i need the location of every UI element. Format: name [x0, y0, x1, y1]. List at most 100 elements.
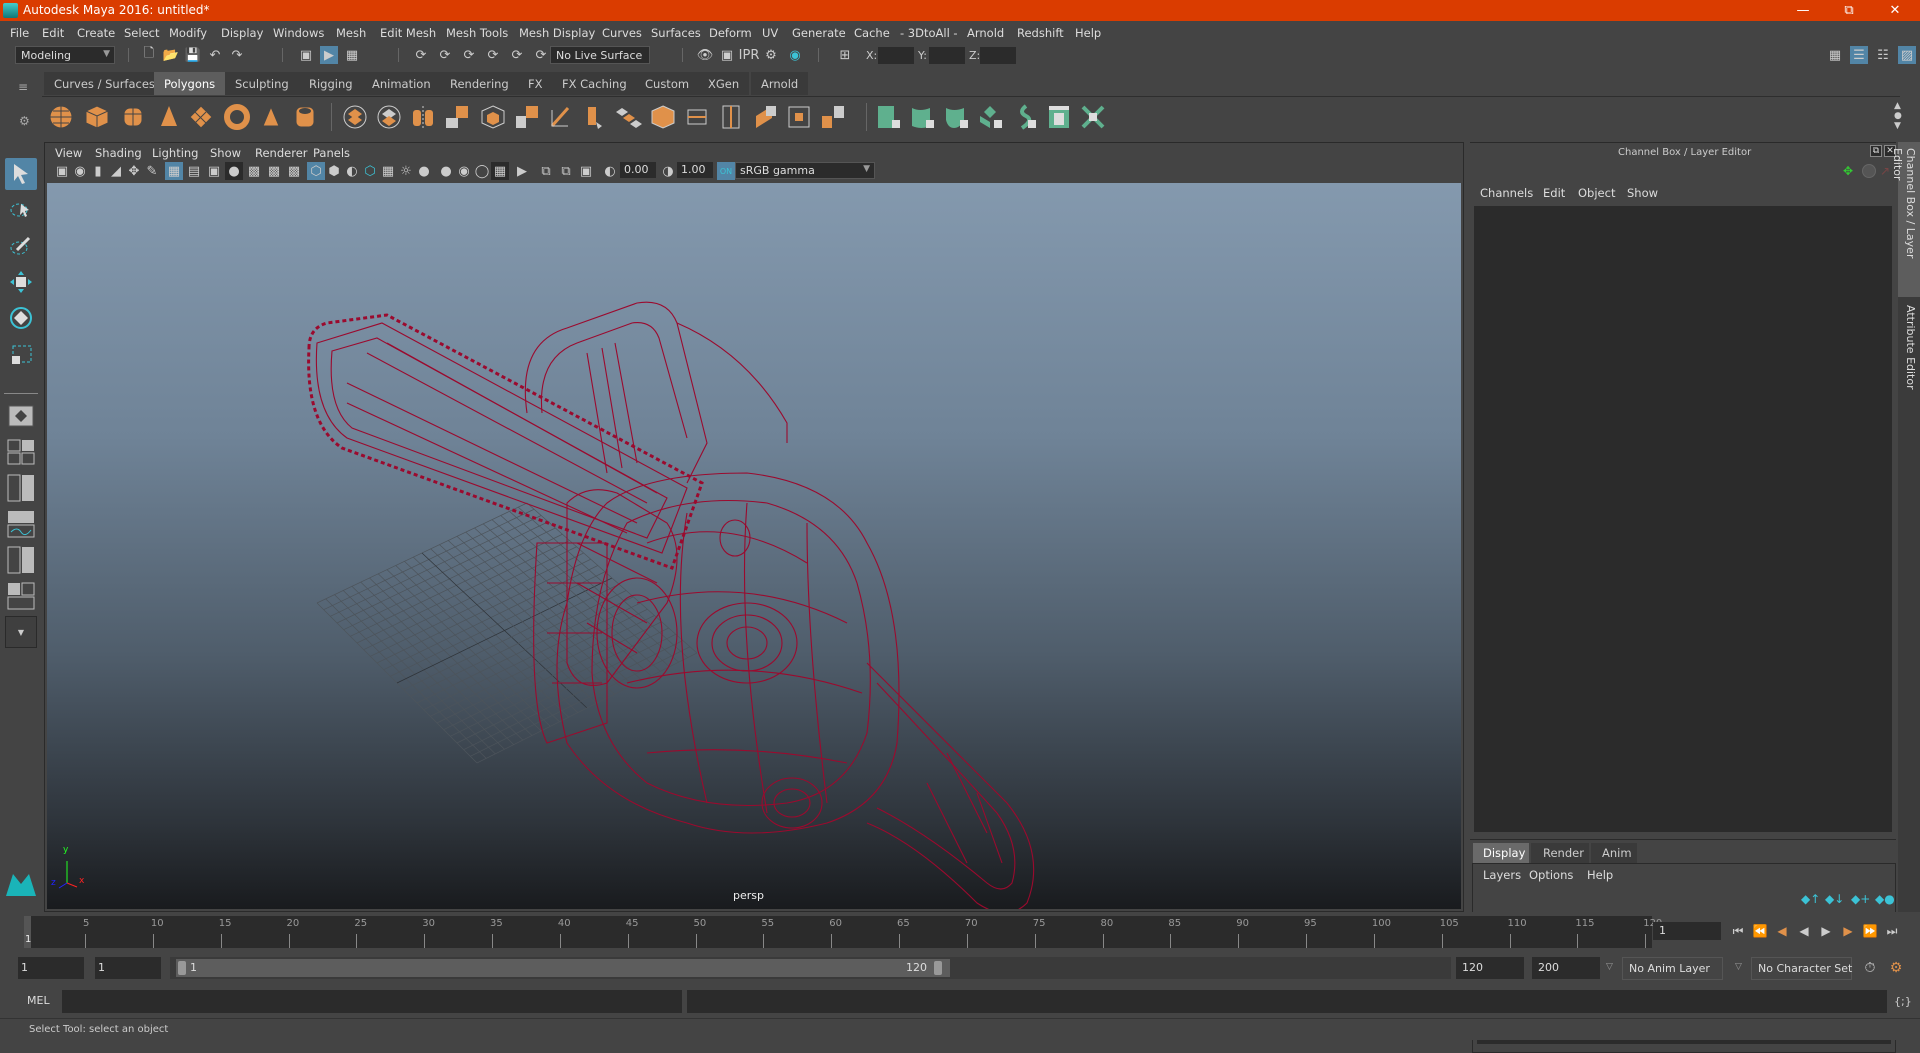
- 2d-pan-zoom-icon[interactable]: ✥: [125, 162, 143, 180]
- snap-point-icon[interactable]: ⟳: [460, 46, 478, 64]
- menu-3dtoall[interactable]: - 3DtoAll -: [900, 26, 958, 40]
- uv-editor-icon[interactable]: [1046, 104, 1072, 130]
- tab-animation[interactable]: Animation: [362, 72, 441, 95]
- image-plane-icon[interactable]: ◢: [107, 162, 125, 180]
- x-field[interactable]: [878, 47, 914, 64]
- auto-key-icon[interactable]: ⏱: [1862, 960, 1878, 976]
- script-editor-icon[interactable]: {;}: [1894, 994, 1912, 1010]
- grease-pencil-icon[interactable]: ✎: [143, 162, 161, 180]
- side-tab-attribute-editor[interactable]: Attribute Editor: [1898, 299, 1920, 399]
- maya-home-icon[interactable]: [4, 870, 38, 898]
- xray-active-components-icon[interactable]: ⧉: [557, 162, 575, 180]
- menu-create[interactable]: Create: [77, 26, 115, 40]
- chainsaw-wireframe[interactable]: [307, 301, 1035, 909]
- menu-options[interactable]: Options: [1529, 868, 1573, 882]
- workspace-dropdown[interactable]: Modeling ▼: [15, 46, 115, 64]
- exposure-icon[interactable]: ◐: [601, 162, 619, 180]
- gamma-field[interactable]: 1.00: [677, 162, 713, 178]
- wireframe-on-shaded-icon[interactable]: ⬡: [361, 162, 379, 180]
- scale-tool-icon[interactable]: [5, 338, 37, 370]
- restore-icon[interactable]: ⧉: [1826, 0, 1872, 21]
- menu-redshift[interactable]: Redshift: [1017, 26, 1064, 40]
- menu-uv[interactable]: UV: [762, 26, 778, 40]
- menu-file[interactable]: File: [10, 26, 29, 40]
- render-current-frame-icon[interactable]: ▣: [718, 46, 736, 64]
- mirror-icon[interactable]: [410, 104, 436, 130]
- tab-polygons[interactable]: Polygons: [154, 72, 226, 95]
- go-to-start-icon[interactable]: ⏮: [1730, 923, 1746, 939]
- menu-modify[interactable]: Modify: [169, 26, 207, 40]
- film-gate-icon[interactable]: ▤: [185, 162, 203, 180]
- step-back-key-icon[interactable]: ◀: [1774, 923, 1790, 939]
- persp-graph-layout-icon[interactable]: [5, 508, 37, 540]
- render-view-icon[interactable]: 👁: [696, 46, 714, 64]
- start-frame-field[interactable]: 1: [18, 957, 84, 979]
- viewport-menu-view[interactable]: View: [55, 146, 82, 160]
- menu-object[interactable]: Object: [1578, 186, 1615, 200]
- undo-icon[interactable]: ↶: [206, 46, 224, 64]
- end-frame-field[interactable]: 200: [1532, 957, 1600, 979]
- move-layer-up-icon[interactable]: ◆↑: [1801, 892, 1820, 906]
- four-view-layout-icon[interactable]: [5, 436, 37, 468]
- xray-joints-icon[interactable]: ▣: [577, 162, 595, 180]
- menu-edit[interactable]: Edit: [42, 26, 64, 40]
- offset-edge-loop-icon[interactable]: [718, 104, 744, 130]
- uv-planar-icon[interactable]: [876, 104, 902, 130]
- channel-box-toggle-icon[interactable]: ▨: [1898, 46, 1916, 64]
- hypershade-persp-layout-icon[interactable]: [5, 544, 37, 576]
- custom-layout-dropdown-icon[interactable]: ▼: [5, 616, 37, 648]
- viewport-menu-show[interactable]: Show: [210, 146, 241, 160]
- ipr-render-icon[interactable]: IPR: [739, 46, 760, 64]
- range-start-handle[interactable]: [178, 961, 186, 975]
- move-tool-icon[interactable]: [5, 266, 37, 298]
- xray-icon[interactable]: ⧉: [537, 162, 555, 180]
- step-forward-frame-icon[interactable]: ⏩: [1862, 923, 1878, 939]
- menu-help[interactable]: Help: [1075, 26, 1101, 40]
- tool-settings-icon[interactable]: ☷: [1874, 46, 1892, 64]
- menu-mesh-display[interactable]: Mesh Display: [519, 26, 595, 40]
- y-field[interactable]: [929, 47, 965, 64]
- safe-action-icon[interactable]: ▩: [265, 162, 283, 180]
- poly-cone-icon[interactable]: [156, 104, 182, 130]
- single-perspective-layout-icon[interactable]: [5, 400, 37, 432]
- tab-rendering[interactable]: Rendering: [440, 72, 519, 95]
- new-scene-icon[interactable]: 🗋: [140, 46, 158, 64]
- make-live-icon[interactable]: ⟳: [532, 46, 550, 64]
- tab-rigging[interactable]: Rigging: [299, 72, 363, 95]
- fill-hole-icon[interactable]: [786, 104, 812, 130]
- extract-icon[interactable]: [480, 104, 506, 130]
- select-hierarchy-icon[interactable]: ▣: [297, 46, 315, 64]
- step-forward-key-icon[interactable]: ▶: [1840, 923, 1856, 939]
- append-polygon-icon[interactable]: [752, 104, 778, 130]
- float-panel-icon[interactable]: ⧉: [1870, 145, 1882, 157]
- color-management-toggle-icon[interactable]: ON: [717, 162, 735, 180]
- camera-attributes-icon[interactable]: ◉: [71, 162, 89, 180]
- booleans-icon[interactable]: [514, 104, 540, 130]
- attribute-editor-toggle-icon[interactable]: ☰: [1850, 46, 1868, 64]
- menu-curves[interactable]: Curves: [602, 26, 642, 40]
- separate-icon[interactable]: [376, 104, 402, 130]
- viewport-menu-shading[interactable]: Shading: [95, 146, 142, 160]
- menu-channels[interactable]: Channels: [1480, 186, 1533, 200]
- side-tab-channel-box[interactable]: Channel Box / Layer Editor: [1891, 142, 1920, 297]
- menu-deform[interactable]: Deform: [709, 26, 752, 40]
- rotate-tool-icon[interactable]: [5, 302, 37, 334]
- multi-cut-icon[interactable]: [548, 104, 574, 130]
- z-field[interactable]: [980, 47, 1016, 64]
- speed-icon[interactable]: [1862, 164, 1876, 178]
- uv-automatic-icon[interactable]: [978, 104, 1004, 130]
- anim-layer-dropdown-icon[interactable]: ▽: [1606, 962, 1613, 972]
- shelf-menu-icon[interactable]: ≡: [18, 80, 34, 96]
- tab-render[interactable]: Render: [1531, 843, 1589, 863]
- resolution-gate-icon[interactable]: ▣: [205, 162, 223, 180]
- textured-icon[interactable]: ▦: [379, 162, 397, 180]
- uv-cylindrical-icon[interactable]: [910, 104, 936, 130]
- color-space-dropdown[interactable]: sRGB gamma ▼: [735, 162, 875, 179]
- tab-display[interactable]: Display: [1473, 843, 1529, 863]
- snap-view-plane-icon[interactable]: ⟳: [508, 46, 526, 64]
- bookmark-icon[interactable]: ▮: [89, 162, 107, 180]
- live-surface-field[interactable]: No Live Surface: [550, 46, 650, 64]
- play-forwards-icon[interactable]: ▶: [1818, 923, 1834, 939]
- 3d-viewport[interactable]: y x z persp: [47, 183, 1461, 909]
- menu-windows[interactable]: Windows: [273, 26, 324, 40]
